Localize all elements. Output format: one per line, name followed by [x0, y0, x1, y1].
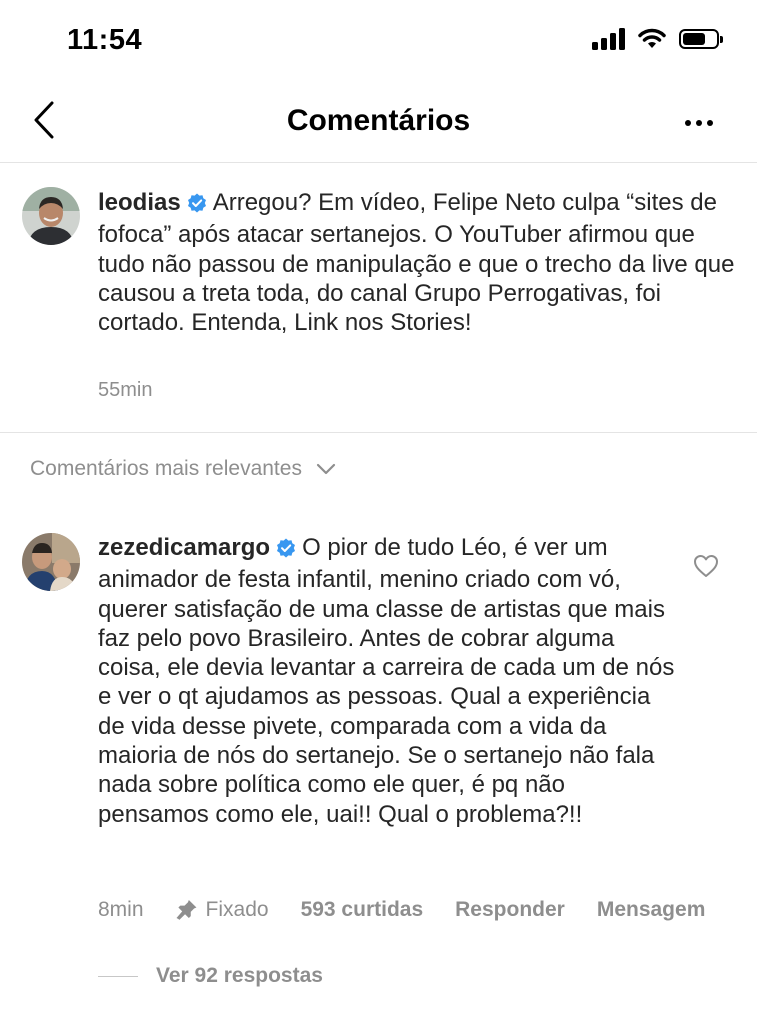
caption-text: leodias Arregou? Em vídeo, Felipe Neto cu… [98, 188, 738, 337]
likes-count[interactable]: 593 curtidas [301, 898, 424, 922]
battery-level [683, 33, 706, 45]
status-icons [592, 28, 723, 50]
comment-text: zezedicamargo O pior de tudo Léo, é ver u… [98, 533, 678, 829]
more-horizontal-icon [685, 120, 713, 126]
reply-button[interactable]: Responder [455, 898, 565, 922]
comment-meta: 8min Fixado 593 curtidas Responder Mensa… [98, 898, 737, 922]
navigation-bar: Comentários [0, 82, 757, 163]
chevron-down-icon [316, 463, 336, 475]
heart-icon [694, 555, 718, 577]
verified-badge-icon [187, 191, 207, 220]
post-caption: leodias Arregou? Em vídeo, Felipe Neto cu… [0, 163, 757, 433]
battery-icon [679, 29, 723, 49]
comment-item: zezedicamargo O pior de tudo Léo, é ver u… [0, 520, 757, 1000]
message-button[interactable]: Mensagem [597, 898, 706, 922]
sort-label: Comentários mais relevantes [30, 457, 302, 480]
username[interactable]: leodias [98, 189, 181, 216]
wifi-icon [638, 28, 666, 48]
page-title: Comentários [286, 104, 471, 137]
avatar[interactable] [22, 187, 80, 245]
avatar[interactable] [22, 533, 80, 591]
status-time: 11:54 [67, 24, 143, 56]
more-options-button[interactable] [681, 108, 717, 138]
verified-badge-icon [276, 536, 296, 565]
caption-timestamp: 55min [98, 379, 153, 401]
username[interactable]: zezedicamargo [98, 534, 270, 561]
comment-timestamp: 8min [98, 898, 144, 921]
status-bar: 11:54 [0, 0, 757, 80]
view-replies-button[interactable]: Ver 92 respostas [98, 964, 323, 988]
sort-selector[interactable]: Comentários mais relevantes [30, 457, 336, 481]
pinned-indicator: Fixado [176, 898, 269, 922]
pinned-label: Fixado [205, 898, 269, 921]
pin-icon [176, 899, 196, 920]
replies-divider [98, 975, 138, 977]
view-replies-label: Ver 92 respostas [156, 964, 323, 987]
like-button[interactable] [693, 554, 719, 578]
comment-body: O pior de tudo Léo, é ver um animador de… [98, 534, 675, 828]
cellular-signal-icon [592, 28, 625, 50]
